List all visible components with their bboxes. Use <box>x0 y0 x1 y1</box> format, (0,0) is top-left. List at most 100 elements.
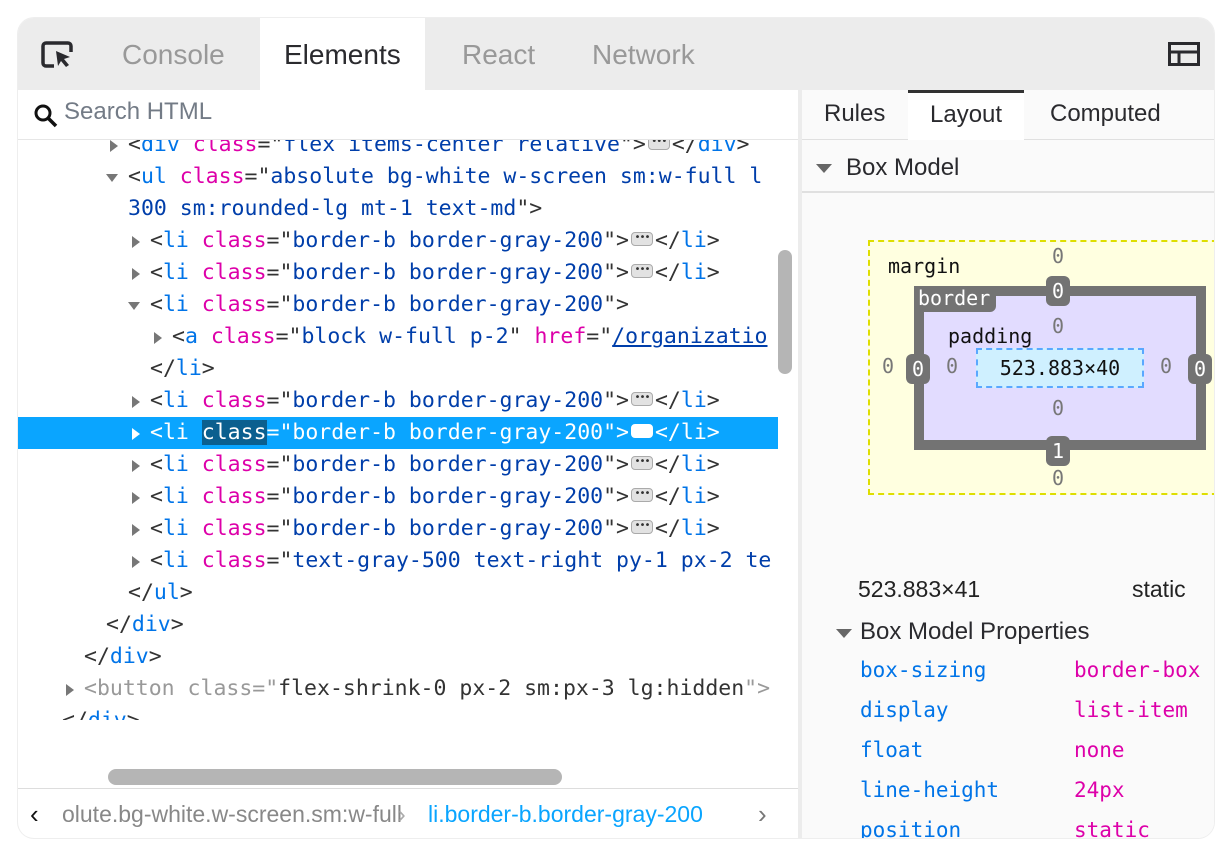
tree-node[interactable]: <li class="border-b border-gray-200"> <box>18 289 778 321</box>
tree-node[interactable]: <li class="border-b border-gray-200"> •••… <box>18 385 778 417</box>
punctuation: > <box>706 260 720 285</box>
vertical-scrollbar[interactable] <box>778 250 792 374</box>
margin-label: margin <box>888 254 961 278</box>
punctuation: =" <box>266 484 293 509</box>
attribute-link[interactable]: /organizatio <box>612 324 767 349</box>
expand-arrow-down-icon[interactable] <box>128 302 140 310</box>
horizontal-scrollbar[interactable] <box>108 769 562 785</box>
punctuation: > <box>170 612 184 637</box>
expand-arrow-right-icon[interactable] <box>132 236 140 248</box>
expand-arrow-right-icon[interactable] <box>66 684 74 696</box>
node-markup: 300 sm:rounded-lg mt-1 text-md"> <box>128 193 542 225</box>
tree-node[interactable]: </ul> <box>18 577 778 609</box>
layout-toggle-icon[interactable] <box>1168 42 1200 66</box>
tree-node-selected[interactable]: <li class="border-b border-gray-200"> •••… <box>18 417 778 449</box>
tree-node[interactable]: </div> <box>18 641 778 673</box>
node-markup: <li class="border-b border-gray-200"> •••… <box>150 513 720 545</box>
toolbar: Console Elements React Network <box>18 18 1214 90</box>
ellipsis-badge[interactable]: ••• <box>647 140 670 150</box>
ellipsis-badge[interactable]: ••• <box>630 264 653 278</box>
ellipsis-badge[interactable]: ••• <box>630 456 653 470</box>
box-model-header[interactable]: Box Model <box>802 145 1214 193</box>
tag-name: li <box>680 228 707 253</box>
property-value[interactable]: 24px <box>1074 778 1125 802</box>
ellipsis-badge[interactable]: ••• <box>630 488 653 502</box>
expand-arrow-right-icon[interactable] <box>132 556 140 568</box>
punctuation: "> <box>619 140 646 157</box>
ellipsis-badge[interactable]: ••• <box>630 520 653 534</box>
breadcrumb: ‹ ul.absolute.bg-white.w-screen.sm:w-ful… <box>18 788 798 838</box>
padding-top[interactable]: 0 <box>1052 314 1064 338</box>
padding-left[interactable]: 0 <box>946 354 958 378</box>
breadcrumb-prev-icon[interactable]: ‹ <box>30 799 39 830</box>
tab-console[interactable]: Console <box>98 18 249 90</box>
tab-elements[interactable]: Elements <box>260 18 425 90</box>
expand-arrow-right-icon[interactable] <box>110 140 118 152</box>
tree-node[interactable]: <li class="border-b border-gray-200"> •••… <box>18 449 778 481</box>
breadcrumb-item-ul[interactable]: ul.absolute.bg-white.w-screen.sm:w-full.… <box>62 801 402 828</box>
tree-node[interactable]: <li class="border-b border-gray-200"> •••… <box>18 513 778 545</box>
margin-top[interactable]: 0 <box>1052 244 1064 268</box>
expand-arrow-right-icon[interactable] <box>132 268 140 280</box>
punctuation: </ <box>106 612 132 637</box>
tree-node[interactable]: </div> <box>18 705 778 720</box>
highlighted-attribute: class <box>201 420 267 445</box>
punctuation: < <box>150 484 163 509</box>
box-model-properties-header[interactable]: Box Model Properties <box>836 618 1089 646</box>
tab-computed[interactable]: Computed <box>1028 90 1183 140</box>
expand-arrow-right-icon[interactable] <box>132 524 140 536</box>
expand-arrow-down-icon[interactable] <box>106 174 118 182</box>
expand-arrow-right-icon[interactable] <box>132 396 140 408</box>
punctuation: </ <box>654 228 681 253</box>
tree-node[interactable]: <li class="border-b border-gray-200"> •••… <box>18 481 778 513</box>
tab-rules[interactable]: Rules <box>802 90 907 140</box>
border-bottom[interactable]: 1 <box>1046 436 1070 466</box>
breadcrumb-item-li[interactable]: li.border-b.border-gray-200 <box>428 801 703 828</box>
attribute-value: flex-shrink-0 px-2 sm:px-3 lg:hidden <box>278 676 745 701</box>
expand-arrow-right-icon[interactable] <box>132 428 140 440</box>
tree-node[interactable]: </div> <box>18 609 778 641</box>
html-tree[interactable]: <div class="flex items-center relative">… <box>18 140 778 720</box>
tag-name: li <box>162 484 189 509</box>
tree-node[interactable]: 300 sm:rounded-lg mt-1 text-md"> <box>18 193 778 225</box>
margin-bottom[interactable]: 0 <box>1052 466 1064 490</box>
tab-react[interactable]: React <box>438 18 559 90</box>
tree-node[interactable]: <li class="border-b border-gray-200"> •••… <box>18 225 778 257</box>
tab-network[interactable]: Network <box>568 18 719 90</box>
element-picker-icon[interactable] <box>40 40 76 70</box>
property-value[interactable]: none <box>1074 738 1125 762</box>
expand-arrow-right-icon[interactable] <box>132 492 140 504</box>
property-value[interactable]: border-box <box>1074 658 1200 682</box>
tree-node[interactable]: <li class="text-gray-500 text-right py-1… <box>18 545 778 577</box>
tab-layout[interactable]: Layout <box>908 90 1025 140</box>
ellipsis-badge[interactable]: ••• <box>630 424 653 438</box>
border-left[interactable]: 0 <box>906 354 930 384</box>
margin-left[interactable]: 0 <box>882 354 894 378</box>
tree-node[interactable]: <ul class="absolute bg-white w-screen sm… <box>18 161 778 193</box>
breadcrumb-next-icon[interactable]: › <box>758 799 767 830</box>
punctuation: < <box>172 324 185 349</box>
content-box[interactable]: 523.883×40 <box>976 348 1144 388</box>
tag-name: li <box>162 292 189 317</box>
property-value[interactable]: static <box>1074 818 1150 838</box>
property-value[interactable]: list-item <box>1074 698 1188 722</box>
tree-node[interactable]: <a class="block w-full p-2" href="/organ… <box>18 321 778 353</box>
search-input[interactable] <box>64 98 664 126</box>
tree-node[interactable]: <li class="border-b border-gray-200"> •••… <box>18 257 778 289</box>
tree-node[interactable]: <div class="flex items-center relative">… <box>18 140 778 161</box>
tree-node[interactable]: </li> <box>18 353 778 385</box>
punctuation: </ <box>654 516 681 541</box>
ellipsis-badge[interactable]: ••• <box>630 232 653 246</box>
property-name: display <box>860 698 949 722</box>
tag-name: li <box>162 260 189 285</box>
expand-arrow-right-icon[interactable] <box>132 460 140 472</box>
attribute-name: class <box>201 548 267 573</box>
padding-right[interactable]: 0 <box>1160 354 1172 378</box>
expand-arrow-right-icon[interactable] <box>154 332 162 344</box>
padding-bottom[interactable]: 0 <box>1052 396 1064 420</box>
border-right[interactable]: 0 <box>1188 354 1212 384</box>
punctuation: =" <box>586 324 613 349</box>
ellipsis-badge[interactable]: ••• <box>630 392 653 406</box>
border-top[interactable]: 0 <box>1046 276 1070 306</box>
tree-node[interactable]: <button class="flex-shrink-0 px-2 sm:px-… <box>18 673 778 705</box>
